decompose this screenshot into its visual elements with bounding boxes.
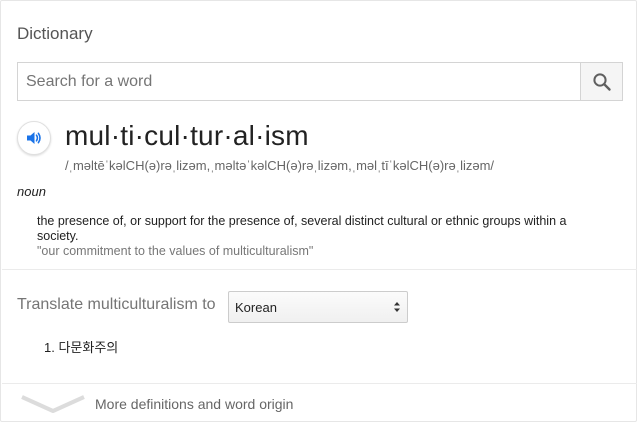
search-input[interactable] [18, 63, 580, 100]
definition-text: the presence of, or support for the pres… [37, 214, 567, 243]
pronunciation-audio-button[interactable] [17, 121, 51, 155]
dictionary-title: Dictionary [17, 24, 93, 43]
expand-button[interactable] [14, 393, 92, 415]
translation-result: 1. 다문화주의 [44, 337, 118, 356]
chevron-down-icon [21, 394, 85, 413]
more-definitions-row[interactable]: More definitions and word origin [2, 385, 637, 422]
search-box [17, 62, 623, 101]
translation-text: 다문화주의 [58, 340, 119, 355]
part-of-speech: noun [17, 184, 46, 199]
pronunciation-text: /ˌməltēˈkəlCH(ə)rəˌlizəm,ˌməltəˈkəlCH(ə)… [65, 158, 495, 173]
footer-divider [2, 383, 637, 384]
language-select[interactable]: Korean [228, 291, 408, 323]
search-button[interactable] [580, 63, 622, 100]
language-select-value: Korean [235, 299, 277, 315]
select-arrows-icon [394, 302, 400, 312]
headword: mul·ti·cul·tur·al·ism [65, 120, 309, 151]
translate-label: Translate multiculturalism to [17, 296, 216, 313]
example-sentence: "our commitment to the values of multicu… [37, 244, 314, 258]
section-divider [2, 269, 637, 270]
more-definitions-link[interactable]: More definitions and word origin [95, 396, 293, 412]
translation-number: 1. [44, 340, 55, 355]
search-icon [592, 72, 611, 91]
speaker-icon [27, 132, 41, 144]
dictionary-card: Dictionary mul·ti·cul·tur·al·ism /ˌməltē… [0, 0, 637, 422]
